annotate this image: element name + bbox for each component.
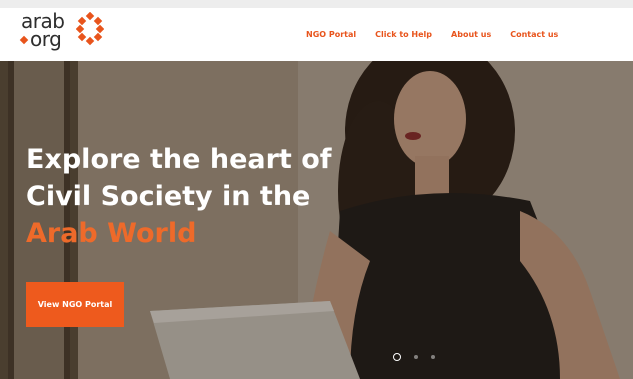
logo-wordmark: arab org [21,11,65,49]
carousel-dot-1[interactable] [393,353,401,361]
hero-headline-accent: Arab World [26,218,197,249]
carousel-dot-2[interactable] [414,355,418,359]
hero-headline-line-2: Civil Society in the [26,181,311,212]
main-nav: NGO Portal Click to Help About us Contac… [306,8,577,61]
carousel-indicators [393,353,448,361]
page: arab org NGO Portal Click to Help About … [0,0,633,379]
hero-headline: Explore the heart of Civil Society in th… [26,141,356,252]
carousel-dot-3[interactable] [431,355,435,359]
hero-headline-line-1: Explore the heart of [26,144,332,175]
nav-ngo-portal[interactable]: NGO Portal [306,30,356,39]
hero-banner: Explore the heart of Civil Society in th… [0,61,633,379]
star-ornament-icon [76,12,104,46]
view-ngo-portal-button[interactable]: View NGO Portal [26,282,124,327]
site-logo[interactable]: arab org [10,11,110,56]
nav-contact-us[interactable]: Contact us [510,30,558,39]
nav-about-us[interactable]: About us [451,30,491,39]
site-header: arab org NGO Portal Click to Help About … [0,8,633,61]
nav-click-to-help[interactable]: Click to Help [375,30,432,39]
